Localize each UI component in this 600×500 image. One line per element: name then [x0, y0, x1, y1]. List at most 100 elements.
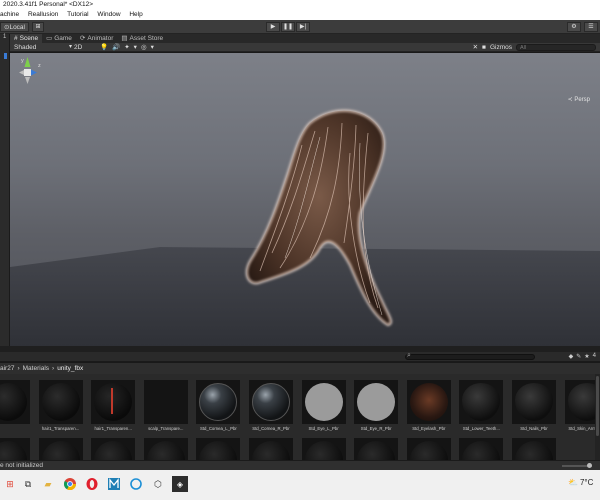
asset-tile[interactable]	[0, 380, 32, 432]
asset-thumbnail	[38, 380, 83, 424]
asset-thumbnail	[0, 438, 30, 460]
media-icon[interactable]	[106, 476, 122, 492]
scene-search-input[interactable]: All	[516, 44, 596, 51]
asset-tile[interactable]	[459, 438, 505, 460]
asset-scrollbar[interactable]	[595, 374, 600, 460]
shading-mode-dropdown[interactable]: Shaded	[14, 43, 72, 52]
menu-item-help[interactable]: Help	[129, 10, 142, 20]
scene-view-toolbar: Shaded 2D 💡 🔊 ✦ ▾ ◎ ▾ ✕ ■ Gizmos All	[10, 43, 600, 52]
menu-item-tutorial[interactable]: Tutorial	[67, 10, 88, 20]
tab-scene[interactable]: # Scene	[10, 34, 43, 43]
file-explorer-icon[interactable]: ▰	[40, 476, 56, 492]
tab-asset-store[interactable]: ▤ Asset Store	[117, 34, 167, 43]
gizmo-z-label: z	[38, 63, 41, 69]
menu-item-machine[interactable]: achine	[0, 10, 19, 20]
asset-tile[interactable]: Std_Nails_Pbr	[512, 380, 558, 432]
asset-label: Std_Eyelash_Pbr	[412, 426, 446, 431]
step-button[interactable]: ▶|	[296, 22, 310, 32]
asset-thumbnail	[249, 380, 293, 424]
asset-grid: hair1_Transparen... hair1_Transparen... sc…	[0, 374, 600, 460]
asset-label: hair1_Transparen...	[41, 426, 80, 431]
pivot-rotation-button[interactable]: ⊙Local	[0, 22, 29, 32]
effects-icon[interactable]: ✦	[124, 43, 129, 52]
filter-type-icon[interactable]: ◆	[569, 353, 574, 360]
tab-game[interactable]: ▭ Game	[42, 34, 76, 43]
asset-label: Std_Eye_R_Pbr	[360, 426, 392, 431]
menu-item-reallusion[interactable]: Reallusion	[28, 10, 58, 20]
scene-toolbar-right: ✕ ■ Gizmos All	[473, 43, 596, 52]
asset-label: Std_Lower_Teeth...	[462, 426, 500, 431]
visibility-icon[interactable]: ◎	[141, 43, 147, 52]
weather-temp: 7°C	[579, 478, 594, 487]
project-search-input[interactable]	[405, 352, 535, 360]
chevron-down-icon[interactable]: ▾	[151, 43, 154, 52]
breadcrumb-current[interactable]: unity_fbx	[57, 365, 83, 372]
status-bar: e not initialized	[0, 460, 600, 470]
breadcrumb-item[interactable]: air27	[0, 365, 14, 372]
asset-tile[interactable]: Std_Cornea_L_Pbr	[196, 380, 242, 432]
gizmos-dropdown[interactable]: Gizmos	[490, 43, 512, 52]
cortana-icon[interactable]	[128, 476, 144, 492]
asset-tile[interactable]: hair1_Transparen...	[38, 380, 85, 432]
unity-hub-icon[interactable]: ⬡	[150, 476, 166, 492]
pivot-label: Local	[9, 24, 25, 31]
weather-icon: ⛅	[568, 478, 578, 487]
asset-tile[interactable]	[406, 438, 453, 460]
asset-tile[interactable]	[512, 438, 558, 460]
asset-tile[interactable]: Std_Eye_R_Pbr	[354, 380, 400, 432]
windows-taskbar: ⊞ ⧉ ▰ ⬡ ◈ ⛅ 7°C	[0, 470, 600, 500]
favorite-icon[interactable]: ★	[584, 353, 589, 360]
scene-viewport[interactable]: y z ≺ Persp	[10, 53, 600, 346]
asset-tile[interactable]	[301, 438, 348, 460]
hidden-count[interactable]: 4	[593, 353, 596, 360]
lighting-icon[interactable]: 💡	[100, 43, 108, 52]
chevron-down-icon[interactable]: ▾	[134, 43, 137, 52]
thumbnail-size-slider[interactable]	[562, 463, 592, 468]
window-title: 2020.3.41f1 Personal* <DX12>	[0, 0, 600, 10]
orientation-gizmo[interactable]: y z	[10, 53, 44, 101]
weather-widget[interactable]: ⛅ 7°C	[568, 478, 593, 487]
tab-animator[interactable]: ⟳ Animator	[76, 34, 117, 43]
asset-thumbnail	[91, 380, 136, 424]
asset-tile[interactable]: hair1_Transparen...	[91, 380, 137, 432]
asset-store-icon: ▤	[121, 35, 128, 42]
camera-icon[interactable]: ■	[482, 43, 486, 52]
play-button[interactable]: ▶	[266, 22, 280, 32]
asset-tile[interactable]	[38, 438, 85, 460]
grid-snap-button[interactable]: ⊞	[32, 22, 44, 32]
chevron-right-icon: ›	[52, 365, 55, 372]
asset-tile[interactable]	[143, 438, 190, 460]
tools-icon[interactable]: ✕	[473, 43, 478, 52]
chevron-right-icon: ›	[17, 365, 20, 372]
breadcrumb-item[interactable]: Materials	[23, 365, 49, 372]
chrome-icon[interactable]	[62, 476, 78, 492]
asset-thumbnail	[512, 380, 556, 424]
asset-thumbnail	[196, 438, 241, 460]
asset-tile[interactable]: Std_Eye_L_Pbr	[301, 380, 348, 432]
windows-icon[interactable]: ⊞	[2, 476, 18, 492]
settings-button[interactable]: ⚙	[567, 22, 581, 32]
asset-tile[interactable]: Std_Cornea_R_Pbr	[249, 380, 295, 432]
layers-button[interactable]: ☰	[584, 22, 598, 32]
perspective-label[interactable]: ≺ Persp	[568, 96, 590, 103]
unity-icon[interactable]: ◈	[172, 476, 188, 492]
asset-tile[interactable]: scalp_Transpare...	[143, 380, 190, 432]
2d-toggle[interactable]: 2D	[74, 43, 82, 52]
pause-button[interactable]: ❚❚	[281, 22, 295, 32]
menu-bar: achine Reallusion Tutorial Window Help	[0, 10, 600, 20]
asset-label: scalp_Transpare...	[148, 426, 184, 431]
asset-tile[interactable]: Std_Lower_Teeth...	[459, 380, 505, 432]
asset-tile[interactable]	[0, 438, 32, 460]
asset-tile[interactable]	[91, 438, 137, 460]
asset-tile[interactable]	[196, 438, 242, 460]
asset-tile[interactable]	[354, 438, 400, 460]
opera-icon[interactable]	[84, 476, 100, 492]
scene-render	[10, 109, 600, 346]
asset-thumbnail	[459, 380, 504, 424]
task-view-icon[interactable]: ⧉	[20, 476, 36, 492]
menu-item-window[interactable]: Window	[97, 10, 120, 20]
audio-icon[interactable]: 🔊	[112, 43, 120, 52]
asset-tile[interactable]: Std_Eyelash_Pbr	[406, 380, 453, 432]
asset-tile[interactable]	[249, 438, 295, 460]
filter-label-icon[interactable]: ✎	[576, 353, 581, 360]
